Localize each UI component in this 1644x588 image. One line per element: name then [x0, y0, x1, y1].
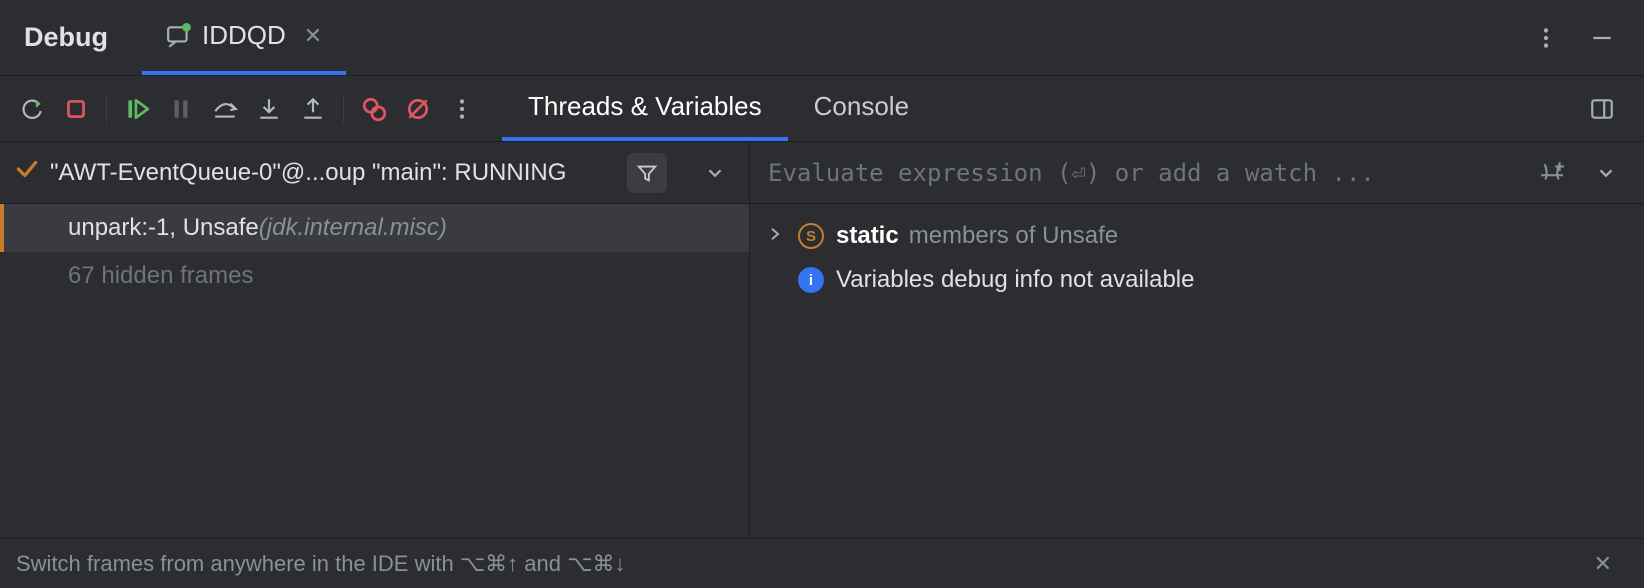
variable-row-static[interactable]: S static members of Unsafe	[762, 214, 1632, 258]
tab-label: Threads & Variables	[528, 91, 762, 122]
variables-tree: S static members of Unsafe i Variables d…	[750, 204, 1644, 312]
tab-console[interactable]: Console	[788, 76, 935, 141]
resume-button[interactable]	[115, 87, 159, 131]
stop-button[interactable]	[54, 87, 98, 131]
close-tab-icon[interactable]: ✕	[304, 23, 322, 49]
more-options-icon[interactable]	[1528, 20, 1564, 56]
static-badge-icon: S	[798, 223, 824, 249]
separator	[343, 94, 344, 124]
running-check-icon	[14, 156, 40, 189]
step-into-button[interactable]	[247, 87, 291, 131]
toolbar-more-icon[interactable]	[440, 87, 484, 131]
variables-pane: Evaluate expression (⏎) or add a watch .…	[750, 142, 1644, 538]
info-message: Variables debug info not available	[836, 266, 1194, 294]
pause-button[interactable]	[159, 87, 203, 131]
frame-label: unpark:-1, Unsafe	[68, 214, 259, 242]
run-config-label: IDDQD	[202, 20, 286, 51]
hidden-frames-label[interactable]: 67 hidden frames	[0, 252, 749, 300]
run-config-tab[interactable]: IDDQD ✕	[142, 0, 346, 75]
frames-pane: "AWT-EventQueue-0"@...oup "main": RUNNIN…	[0, 142, 750, 538]
tab-threads-variables[interactable]: Threads & Variables	[502, 76, 788, 141]
variable-desc: members of Unsafe	[909, 222, 1118, 250]
toolbar-right	[1584, 91, 1634, 127]
close-hint-icon[interactable]: ✕	[1594, 551, 1612, 577]
filter-frames-button[interactable]	[627, 153, 667, 193]
frame-row[interactable]: unpark:-1, Unsafe (jdk.internal.misc)	[0, 204, 749, 252]
separator	[106, 94, 107, 124]
top-bar: Debug IDDQD ✕	[0, 0, 1644, 76]
minimize-icon[interactable]	[1584, 20, 1620, 56]
panel-title: Debug	[10, 22, 122, 53]
step-over-button[interactable]	[203, 87, 247, 131]
variable-row-info: i Variables debug info not available	[762, 258, 1632, 302]
add-watch-icon[interactable]	[1534, 155, 1570, 191]
frame-package: (jdk.internal.misc)	[259, 214, 447, 242]
frames-list: unpark:-1, Unsafe (jdk.internal.misc) 67…	[0, 204, 749, 538]
layout-settings-icon[interactable]	[1584, 91, 1620, 127]
evaluate-expression-row: Evaluate expression (⏎) or add a watch .…	[750, 142, 1644, 204]
hint-bar: Switch frames from anywhere in the IDE w…	[0, 538, 1644, 588]
run-config-icon	[166, 23, 192, 49]
thread-dropdown-icon[interactable]	[695, 153, 735, 193]
mute-breakpoints-button[interactable]	[396, 87, 440, 131]
expand-chevron-icon[interactable]	[762, 222, 788, 250]
tab-label: Console	[814, 91, 909, 122]
variable-name: static	[836, 222, 899, 250]
step-out-button[interactable]	[291, 87, 335, 131]
thread-selector-row: "AWT-EventQueue-0"@...oup "main": RUNNIN…	[0, 142, 749, 204]
main-split: "AWT-EventQueue-0"@...oup "main": RUNNIN…	[0, 142, 1644, 538]
sub-tabs: Threads & Variables Console	[502, 76, 935, 141]
info-badge-icon: i	[798, 267, 824, 293]
eval-history-dropdown-icon[interactable]	[1586, 153, 1626, 193]
evaluate-expression-input[interactable]: Evaluate expression (⏎) or add a watch .…	[768, 159, 1520, 187]
eval-actions	[1534, 153, 1626, 193]
thread-label[interactable]: "AWT-EventQueue-0"@...oup "main": RUNNIN…	[50, 159, 617, 187]
hint-text: Switch frames from anywhere in the IDE w…	[16, 551, 625, 577]
debug-toolbar: Threads & Variables Console	[0, 76, 1644, 142]
view-breakpoints-button[interactable]	[352, 87, 396, 131]
top-bar-actions	[1528, 20, 1634, 56]
rerun-button[interactable]	[10, 87, 54, 131]
